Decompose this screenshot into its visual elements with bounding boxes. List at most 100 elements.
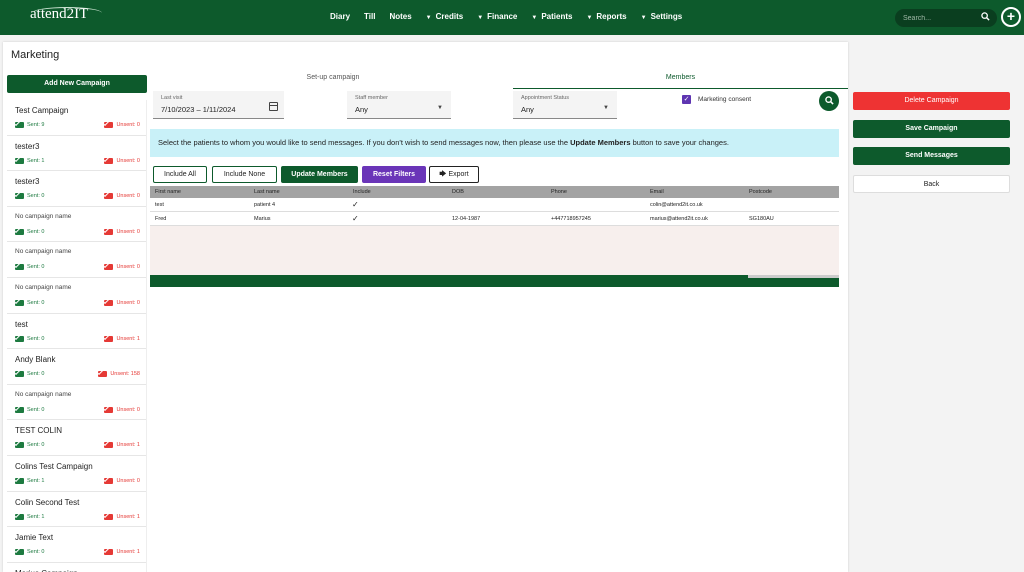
marketing-consent-checkbox[interactable]: ✓ Marketing consent: [682, 95, 751, 104]
marketing-card: Marketing Add New Campaign Test Campaign…: [3, 42, 848, 572]
campaign-list-item[interactable]: No campaign name Sent: 0 Unsent: 0: [7, 385, 146, 421]
include-all-button[interactable]: Include All: [153, 166, 207, 183]
last-visit-field[interactable]: Last visit 7/10/2023 – 1/11/2024: [153, 91, 284, 119]
campaign-list-item[interactable]: Andy Blank Sent: 0 Unsent: 158: [7, 349, 146, 385]
nav-finance[interactable]: ▼ Finance: [477, 12, 517, 21]
filter-search-button[interactable]: [819, 91, 839, 111]
sent-count: Sent: 0: [15, 228, 44, 235]
sent-count: Sent: 0: [15, 264, 44, 271]
checkbox-checked-icon[interactable]: ✓: [682, 95, 691, 104]
save-campaign-button[interactable]: Save Campaign: [853, 120, 1010, 138]
table-row[interactable]: Fred Marius ✓ 12-04-1987 +447718957245 m…: [150, 212, 839, 226]
unsent-count: Unsent: 0: [104, 193, 140, 200]
nav-credits[interactable]: ▼ Credits: [426, 12, 464, 21]
mail-sent-icon: [15, 406, 24, 413]
campaign-list-item[interactable]: tester3 Sent: 1 Unsent: 0: [7, 136, 146, 172]
nav-till[interactable]: Till: [364, 12, 375, 21]
unsent-count: Unsent: 0: [104, 406, 140, 413]
caret-down-icon: ▼: [531, 15, 538, 21]
campaign-list-item[interactable]: Marius Campaign: [7, 563, 146, 572]
include-check-icon[interactable]: ✓: [348, 212, 447, 225]
unsent-count: Unsent: 0: [104, 264, 140, 271]
campaign-name: No campaign name: [15, 390, 72, 398]
sent-count: Sent: 1: [15, 157, 44, 164]
caret-down-icon: ▼: [437, 105, 443, 111]
export-button[interactable]: 🡆 Export: [429, 166, 479, 183]
caret-down-icon: ▼: [640, 15, 647, 21]
campaign-list-item[interactable]: TEST COLIN Sent: 0 Unsent: 1: [7, 420, 146, 456]
campaign-list-item[interactable]: Colins Test Campaign Sent: 1 Unsent: 0: [7, 456, 146, 492]
unsent-count: Unsent: 0: [104, 157, 140, 164]
campaign-name: No campaign name: [15, 283, 72, 291]
back-button[interactable]: Back: [853, 175, 1010, 193]
campaign-name: tester3: [15, 141, 40, 151]
mail-unsent-icon: [104, 477, 114, 484]
mail-unsent-icon: [104, 193, 114, 200]
sent-count: Sent: 0: [15, 406, 44, 413]
info-banner: Select the patients to whom you would li…: [150, 129, 839, 157]
mail-unsent-icon: [104, 442, 114, 449]
campaign-list-item[interactable]: No campaign name Sent: 0 Unsent: 0: [7, 242, 146, 278]
campaign-list-item[interactable]: No campaign name Sent: 0 Unsent: 0: [7, 278, 146, 314]
tab-setup-campaign[interactable]: Set-up campaign: [153, 74, 513, 81]
campaign-list-item[interactable]: Jamie Text Sent: 0 Unsent: 1: [7, 527, 146, 563]
unsent-count: Unsent: 0: [104, 122, 140, 128]
caret-down-icon: ▼: [477, 15, 484, 21]
mail-unsent-icon: [104, 406, 114, 413]
mail-sent-icon: [15, 335, 24, 342]
campaign-name: tester3: [15, 177, 40, 187]
campaign-list-item[interactable]: tester3 Sent: 0 Unsent: 0: [7, 171, 146, 207]
mail-sent-icon: [15, 193, 24, 200]
brand-logo[interactable]: attend2IT: [30, 6, 88, 23]
nav-reports[interactable]: ▼ Reports: [586, 12, 626, 21]
mail-sent-icon: [15, 549, 24, 556]
staff-member-select[interactable]: Staff member Any ▼: [347, 91, 451, 119]
reset-filters-button[interactable]: Reset Filters: [362, 166, 426, 183]
unsent-count: Unsent: 158: [98, 371, 140, 378]
add-new-campaign-button[interactable]: Add New Campaign: [7, 75, 147, 93]
table-header: First name Last name Include DOB Phone E…: [150, 186, 839, 198]
sent-count: Sent: 1: [15, 513, 44, 520]
table-footer: [150, 278, 839, 287]
appointment-status-select[interactable]: Appointment Status Any ▼: [513, 91, 617, 119]
mail-sent-icon: [15, 299, 24, 306]
nav-notes[interactable]: Notes: [389, 12, 411, 21]
mail-unsent-icon: [104, 549, 114, 556]
mail-sent-icon: [15, 513, 24, 520]
table-row[interactable]: test patient 4 ✓ colin@attend2it.co.uk: [150, 198, 839, 212]
mail-sent-icon: [15, 122, 24, 128]
main-nav: Diary Till Notes ▼ Credits ▼ Finance ▼ Pati…: [330, 12, 696, 21]
delete-campaign-button[interactable]: Delete Campaign: [853, 92, 1010, 110]
nav-settings[interactable]: ▼ Settings: [641, 12, 683, 21]
campaign-list-item[interactable]: Test Campaign Sent: 9 Unsent: 0: [7, 100, 146, 136]
campaign-list-item[interactable]: Colin Second Test Sent: 1 Unsent: 1: [7, 492, 146, 528]
send-messages-button[interactable]: Send Messages: [853, 147, 1010, 165]
campaign-list-item[interactable]: test Sent: 0 Unsent: 1: [7, 314, 146, 350]
sent-count: Sent: 9: [15, 122, 44, 128]
campaign-name: Colins Test Campaign: [15, 461, 93, 471]
include-none-button[interactable]: Include None: [212, 166, 277, 183]
campaign-name: Colin Second Test: [15, 497, 80, 507]
include-check-icon[interactable]: ✓: [348, 198, 447, 211]
nav-patients[interactable]: ▼ Patients: [531, 12, 572, 21]
search-input[interactable]: [903, 13, 973, 23]
caret-down-icon: ▼: [425, 15, 432, 21]
calendar-icon[interactable]: [269, 102, 278, 111]
tab-members[interactable]: Members: [513, 74, 848, 89]
mail-unsent-icon: [104, 122, 114, 128]
unsent-count: Unsent: 1: [104, 442, 140, 449]
add-circle-icon[interactable]: +: [1001, 7, 1021, 27]
search-icon[interactable]: [981, 12, 990, 23]
nav-diary[interactable]: Diary: [330, 12, 350, 21]
mail-sent-icon: [15, 264, 24, 271]
mail-unsent-icon: [104, 335, 114, 342]
mail-unsent-icon: [104, 264, 114, 271]
mail-sent-icon: [15, 228, 24, 235]
unsent-count: Unsent: 1: [104, 335, 140, 342]
campaign-list-item[interactable]: No campaign name Sent: 0 Unsent: 0: [7, 207, 146, 243]
sent-count: Sent: 0: [15, 442, 44, 449]
update-members-button[interactable]: Update Members: [281, 166, 358, 183]
mail-unsent-icon: [104, 513, 114, 520]
campaign-name: Andy Blank: [15, 355, 56, 365]
sent-count: Sent: 0: [15, 335, 44, 342]
